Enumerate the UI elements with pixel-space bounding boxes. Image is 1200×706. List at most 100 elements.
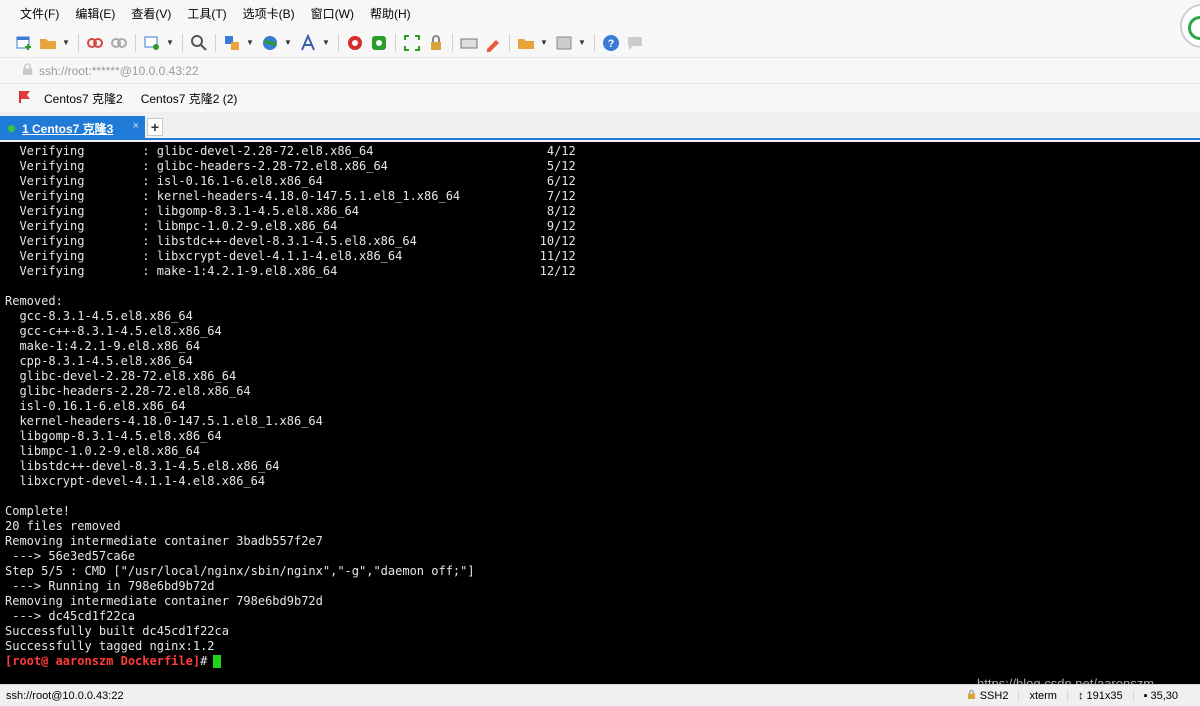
terminal-line: make-1:4.2.1-9.el8.x86_64 xyxy=(5,339,201,353)
terminal-line: 20 files removed xyxy=(5,519,121,533)
terminal-line: libmpc-1.0.2-9.el8.x86_64 xyxy=(5,444,201,458)
terminal-line: glibc-devel-2.28-72.el8.x86_64 xyxy=(5,369,237,383)
layout-icon[interactable] xyxy=(554,33,574,53)
reconnect-icon[interactable] xyxy=(109,33,129,53)
status-size-label: 191x35 xyxy=(1086,689,1123,702)
lock-icon[interactable] xyxy=(426,33,446,53)
xshell-window: 文件(F) 编辑(E) 查看(V) 工具(T) 选项卡(B) 窗口(W) 帮助(… xyxy=(0,0,1200,706)
terminal-line: Verifying : kernel-headers-4.18.0-147.5.… xyxy=(5,189,576,203)
help-icon[interactable]: ? xyxy=(601,33,621,53)
terminal-line: ---> Running in 798e6bd9b72d xyxy=(5,579,215,593)
chevron-down-icon[interactable]: ▼ xyxy=(578,33,586,53)
terminal-line: gcc-c++-8.3.1-4.5.el8.x86_64 xyxy=(5,324,222,338)
terminal-line: Verifying : libgomp-8.3.1-4.5.el8.x86_64… xyxy=(5,204,576,218)
tab-centos7-clone3[interactable]: 1 Centos7 克隆3 × xyxy=(0,116,145,140)
terminal-line: Verifying : isl-0.16.1-6.el8.x86_64 6/12 xyxy=(5,174,576,188)
chevron-down-icon[interactable]: ▼ xyxy=(166,33,174,53)
status-terminal-type: xterm xyxy=(1018,689,1067,702)
find-icon[interactable] xyxy=(189,33,209,53)
close-icon[interactable]: × xyxy=(133,120,139,132)
terminal-cursor xyxy=(213,655,222,668)
terminal-line: Step 5/5 : CMD ["/usr/local/nginx/sbin/n… xyxy=(5,564,475,578)
terminal-line: Verifying : libxcrypt-devel-4.1.1-4.el8.… xyxy=(5,249,576,263)
address-bar[interactable]: ssh://root:******@10.0.0.43:22 xyxy=(0,58,1200,84)
terminal-lines: Verifying : glibc-devel-2.28-72.el8.x86_… xyxy=(5,144,1200,654)
lock-icon xyxy=(967,689,976,703)
terminal-line: libgomp-8.3.1-4.5.el8.x86_64 xyxy=(5,429,222,443)
terminal-line: Verifying : glibc-headers-2.28-72.el8.x8… xyxy=(5,159,576,173)
new-session-icon[interactable] xyxy=(14,33,34,53)
terminal-line: Removing intermediate container 3badb557… xyxy=(5,534,323,548)
open-folder-icon[interactable] xyxy=(38,33,58,53)
menu-file[interactable]: 文件(F) xyxy=(12,0,67,28)
terminal-line: ---> 56e3ed57ca6e xyxy=(5,549,136,563)
status-right: SSH2 xterm ↕ 191x35 ▪ 35,30 xyxy=(957,689,1200,703)
chevron-down-icon[interactable]: ▼ xyxy=(246,33,254,53)
sftp-icon[interactable] xyxy=(142,33,162,53)
toolbar-divider xyxy=(452,33,453,52)
toolbar-divider xyxy=(182,33,183,52)
xftp-icon[interactable] xyxy=(345,33,365,53)
shell-prompt: [root@ aaronszm Dockerfile] xyxy=(5,654,201,668)
terminal-line: isl-0.16.1-6.el8.x86_64 xyxy=(5,399,186,413)
chevron-down-icon[interactable]: ▼ xyxy=(540,33,548,53)
chevron-down-icon[interactable]: ▼ xyxy=(322,33,330,53)
toolbar: ▼ ▼ ▼ ▼ ▼ ▼ ▼ ? xyxy=(0,28,1200,58)
new-tab-icon[interactable] xyxy=(516,33,536,53)
status-bar: ssh://root@10.0.0.43:22 SSH2 xterm ↕ 191… xyxy=(0,684,1200,706)
menu-edit[interactable]: 编辑(E) xyxy=(67,0,123,28)
fullscreen-icon[interactable] xyxy=(402,33,422,53)
chevron-down-icon[interactable]: ▼ xyxy=(284,33,292,53)
status-protocol: SSH2 xyxy=(957,689,1019,703)
menu-tools[interactable]: 工具(T) xyxy=(179,0,234,28)
terminal-line: kernel-headers-4.18.0-147.5.1.el8_1.x86_… xyxy=(5,414,323,428)
keyboard-icon[interactable] xyxy=(459,33,479,53)
terminal-line: Successfully tagged nginx:1.2 xyxy=(5,639,215,653)
menu-view[interactable]: 查看(V) xyxy=(123,0,179,28)
toolbar-divider xyxy=(509,33,510,52)
toolbar-divider xyxy=(215,33,216,52)
terminal-line: Verifying : libmpc-1.0.2-9.el8.x86_64 9/… xyxy=(5,219,576,233)
terminal-line: Complete! xyxy=(5,504,71,518)
status-protocol-label: SSH2 xyxy=(979,689,1009,702)
bookmark-centos7-clone2[interactable]: Centos7 克隆2 xyxy=(44,90,123,107)
terminal-line: glibc-headers-2.28-72.el8.x86_64 xyxy=(5,384,251,398)
add-tab-button[interactable]: + xyxy=(147,118,163,136)
bookmark-flag-icon xyxy=(18,90,32,107)
terminal-line: Verifying : libstdc++-devel-8.3.1-4.5.el… xyxy=(5,234,576,248)
toolbar-divider xyxy=(338,33,339,52)
status-size: ↕ 191x35 xyxy=(1066,689,1133,702)
terminal-output[interactable]: Verifying : glibc-devel-2.28-72.el8.x86_… xyxy=(0,142,1200,684)
terminal-line: libstdc++-devel-8.3.1-4.5.el8.x86_64 xyxy=(5,459,280,473)
terminal-line: Verifying : glibc-devel-2.28-72.el8.x86_… xyxy=(5,144,576,158)
connected-status-icon xyxy=(8,124,15,132)
menu-help[interactable]: 帮助(H) xyxy=(362,0,419,28)
globe-icon[interactable] xyxy=(260,33,280,53)
terminal-line: Verifying : make-1:4.2.1-9.el8.x86_64 12… xyxy=(5,264,576,278)
terminal-line: cpp-8.3.1-4.5.el8.x86_64 xyxy=(5,354,193,368)
toolbar-divider xyxy=(78,33,79,52)
svg-text:?: ? xyxy=(608,38,615,50)
lock-icon xyxy=(22,62,33,79)
chat-icon[interactable] xyxy=(625,33,645,53)
tab-label: 1 Centos7 克隆3 xyxy=(22,121,114,136)
address-text[interactable]: ssh://root:******@10.0.0.43:22 xyxy=(39,64,199,78)
menu-window[interactable]: 窗口(W) xyxy=(303,0,362,28)
disconnect-icon[interactable] xyxy=(85,33,105,53)
font-icon[interactable] xyxy=(298,33,318,53)
quick-connect-bar: Centos7 克隆2 Centos7 克隆2 (2) xyxy=(0,84,1200,112)
menu-tabs[interactable]: 选项卡(B) xyxy=(235,0,303,28)
chevron-down-icon[interactable]: ▼ xyxy=(62,33,70,53)
transfer-icon[interactable] xyxy=(222,33,242,53)
toolbar-divider xyxy=(395,33,396,52)
terminal-line: Successfully built dc45cd1f22ca xyxy=(5,624,229,638)
toolbar-divider xyxy=(135,33,136,52)
bookmark-centos7-clone2-2[interactable]: Centos7 克隆2 (2) xyxy=(141,90,238,107)
prompt-hash: # xyxy=(200,654,208,668)
tab-bar: 1 Centos7 克隆3 × + xyxy=(0,112,1200,140)
menu-bar: 文件(F) 编辑(E) 查看(V) 工具(T) 选项卡(B) 窗口(W) 帮助(… xyxy=(0,0,1200,28)
xagent-icon[interactable] xyxy=(369,33,389,53)
highlight-icon[interactable] xyxy=(483,33,503,53)
